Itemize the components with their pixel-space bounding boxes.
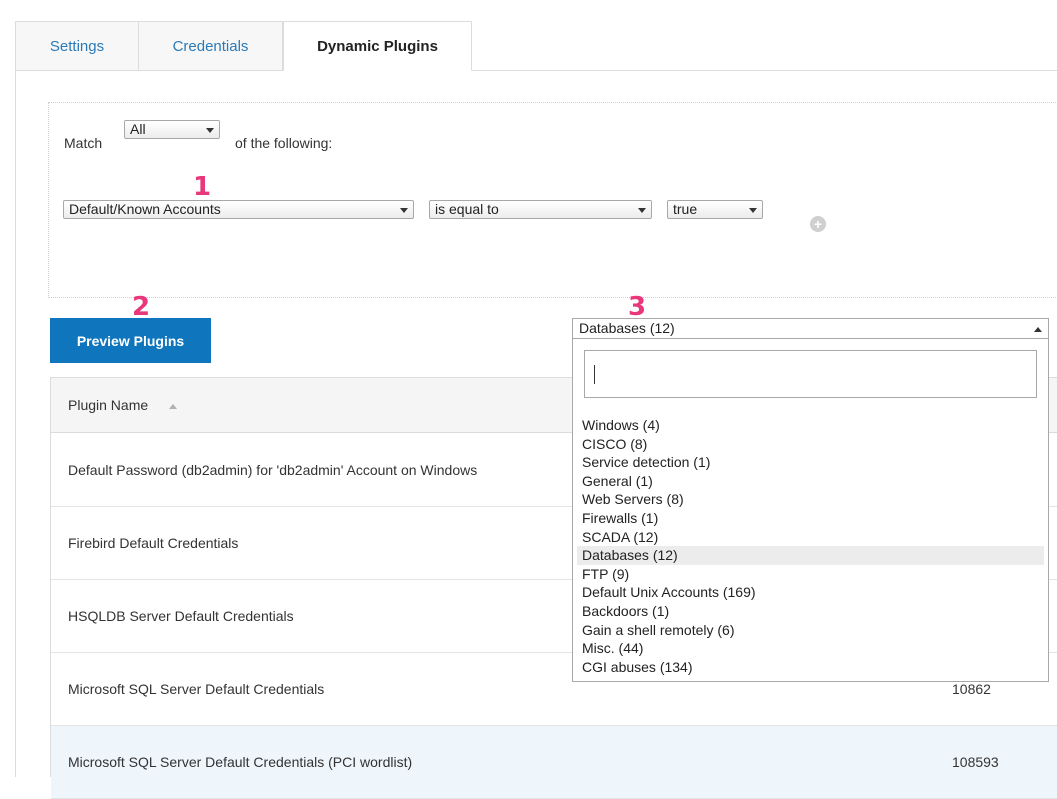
sort-ascending-icon[interactable] xyxy=(169,404,177,409)
family-option-service-detection[interactable]: Service detection (1) xyxy=(577,453,1044,472)
chevron-up-icon xyxy=(1034,327,1042,332)
family-option-general[interactable]: General (1) xyxy=(577,472,1044,491)
plugin-name-cell: Default Password (db2admin) for 'db2admi… xyxy=(68,462,478,478)
tab-settings[interactable]: Settings xyxy=(15,21,138,71)
family-option-scada[interactable]: SCADA (12) xyxy=(577,528,1044,547)
rule-value-value: true xyxy=(673,201,698,217)
family-option-backdoors[interactable]: Backdoors (1) xyxy=(577,602,1044,621)
plugin-family-selected: Databases (12) xyxy=(579,320,675,336)
content-border xyxy=(15,70,16,777)
plugin-name-cell: Firebird Default Credentials xyxy=(68,535,239,551)
match-select[interactable]: All xyxy=(124,120,220,139)
annotation-marker-2: 2 xyxy=(132,292,151,322)
plugin-id-cell: 108593 xyxy=(952,754,999,770)
rule-field-value: Default/Known Accounts xyxy=(69,201,221,217)
plugin-name-cell: Microsoft SQL Server Default Credentials xyxy=(68,681,325,697)
family-option-ftp[interactable]: FTP (9) xyxy=(577,565,1044,584)
column-header-plugin-name[interactable]: Plugin Name xyxy=(68,397,148,413)
family-option-firewalls[interactable]: Firewalls (1) xyxy=(577,509,1044,528)
preview-plugins-button[interactable]: Preview Plugins xyxy=(50,318,211,363)
family-option-cgi-abuses[interactable]: CGI abuses (134) xyxy=(577,658,1044,677)
table-row[interactable]: Microsoft SQL Server Default Credentials… xyxy=(51,726,1057,799)
rule-operator-select[interactable]: is equal to xyxy=(429,200,652,219)
chevron-down-icon xyxy=(749,208,757,213)
match-label: Match xyxy=(64,135,103,151)
tab-dynamic-plugins[interactable]: Dynamic Plugins xyxy=(283,21,472,71)
chevron-down-icon xyxy=(638,208,646,213)
family-option-windows[interactable]: Windows (4) xyxy=(577,416,1044,435)
match-select-value: All xyxy=(130,121,146,137)
plugin-family-select[interactable]: Databases (12) xyxy=(572,318,1049,339)
tab-credentials[interactable]: Credentials xyxy=(138,21,283,71)
plus-circle-icon[interactable]: + xyxy=(810,216,826,232)
tab-bar: Settings Credentials Dynamic Plugins xyxy=(15,21,1057,71)
family-option-cisco[interactable]: CISCO (8) xyxy=(577,435,1044,454)
family-option-web-servers[interactable]: Web Servers (8) xyxy=(577,490,1044,509)
annotation-marker-3: 3 xyxy=(628,292,647,322)
rule-field-select[interactable]: Default/Known Accounts xyxy=(63,200,414,219)
family-option-databases[interactable]: Databases (12) xyxy=(577,546,1044,565)
plugin-name-cell: Microsoft SQL Server Default Credentials… xyxy=(68,754,413,770)
family-options-list: Windows (4) CISCO (8) Service detection … xyxy=(577,416,1044,676)
family-option-misc[interactable]: Misc. (44) xyxy=(577,639,1044,658)
annotation-marker-1: 1 xyxy=(193,172,212,202)
rule-value-select[interactable]: true xyxy=(667,200,763,219)
family-search-input[interactable] xyxy=(584,350,1037,398)
plugin-family-dropdown: Windows (4) CISCO (8) Service detection … xyxy=(572,338,1049,682)
family-option-default-unix-accounts[interactable]: Default Unix Accounts (169) xyxy=(577,583,1044,602)
family-option-gain-a-shell-remotely[interactable]: Gain a shell remotely (6) xyxy=(577,621,1044,640)
chevron-down-icon xyxy=(206,128,214,133)
plugin-id-cell: 10862 xyxy=(952,681,991,697)
following-label: of the following: xyxy=(235,135,333,151)
plugin-name-cell: HSQLDB Server Default Credentials xyxy=(68,608,294,624)
rule-operator-value: is equal to xyxy=(435,201,499,217)
text-cursor xyxy=(594,365,595,384)
chevron-down-icon xyxy=(400,208,408,213)
